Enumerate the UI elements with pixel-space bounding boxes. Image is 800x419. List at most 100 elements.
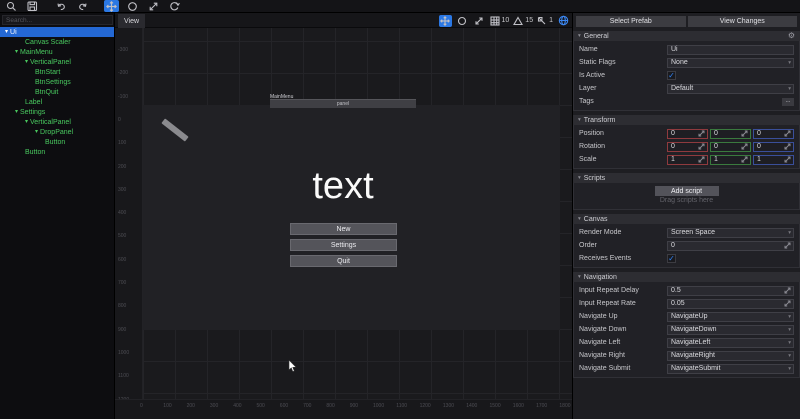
field-label: Static Flags [579, 59, 667, 66]
rotate-tool-icon[interactable] [456, 15, 469, 27]
tree-item-button[interactable]: Button [0, 137, 114, 147]
globe-icon[interactable] [557, 15, 570, 27]
vector-field-y[interactable]: 0 [710, 129, 751, 139]
layer-dropdown[interactable]: Default▾ [667, 84, 794, 94]
render-mode-dropdown[interactable]: Screen Space▾ [667, 228, 794, 238]
select-prefab-button[interactable]: Select Prefab [576, 16, 686, 27]
search-input[interactable] [2, 15, 113, 25]
tree-item-mainmenu[interactable]: ▾MainMenu [0, 47, 114, 57]
navigate-right-dropdown[interactable]: NavigateRight▾ [667, 351, 794, 361]
tree-item-ui[interactable]: ▾Ui [0, 27, 114, 37]
tree-item-canvas-scaler[interactable]: Canvas Scaler [0, 37, 114, 47]
field-label: Navigate Down [579, 326, 667, 333]
chevron-down-icon[interactable]: ▾ [15, 49, 18, 55]
refresh-icon[interactable] [167, 0, 182, 12]
scene-top-panel[interactable]: panel [270, 99, 416, 108]
chevron-down-icon[interactable]: ▾ [25, 59, 28, 65]
field-value: 0 [671, 242, 675, 249]
field-value: NavigateRight [671, 352, 715, 359]
row-navigate-up: Navigate UpNavigateUp▾ [574, 310, 799, 323]
scene-viewport[interactable]: -300-200-1000100200300400500600700800900… [115, 13, 572, 419]
tags-more-button[interactable]: ... [782, 98, 794, 106]
navigate-submit-dropdown[interactable]: NavigateSubmit▾ [667, 364, 794, 374]
scene-button-settings[interactable]: Settings [290, 239, 397, 251]
add-script-button[interactable]: Add script [655, 186, 719, 196]
section-title: General [584, 33, 609, 40]
tree-item-settings[interactable]: ▾Settings [0, 107, 114, 117]
input-repeat-rate-field[interactable]: 0.05 [667, 299, 794, 309]
tree-item-label[interactable]: Label [0, 97, 114, 107]
navigate-left-dropdown[interactable]: NavigateLeft▾ [667, 338, 794, 348]
field-value: Default [671, 85, 693, 92]
name-field[interactable]: Ui [667, 45, 794, 55]
row-navigate-down: Navigate DownNavigateDown▾ [574, 323, 799, 336]
vector-field-y[interactable]: 1 [710, 155, 751, 165]
view-changes-button[interactable]: View Changes [688, 16, 798, 27]
section-header-transform[interactable]: ▾Transform [573, 115, 800, 125]
vector-field-z[interactable]: 0 [753, 142, 794, 152]
drop-hint: Drag scripts here [574, 197, 799, 207]
scene-button-quit[interactable]: Quit [290, 255, 397, 267]
ruler-left-label: 100 [118, 140, 126, 146]
scene-label-text[interactable]: text [243, 165, 443, 208]
vector-field-x[interactable]: 0 [667, 129, 708, 139]
gear-icon[interactable]: ⚙ [788, 32, 795, 40]
tree-item-verticalpanel[interactable]: ▾VerticalPanel [0, 117, 114, 127]
angle-snap-control[interactable]: 15 [513, 15, 533, 27]
tree-item-label: Ui [10, 29, 17, 36]
tab-view[interactable]: View [118, 14, 145, 28]
cursor-tool-control[interactable]: 1 [537, 15, 553, 27]
field-value: Ui [671, 46, 678, 53]
grid-snap-control[interactable]: 10 [490, 15, 510, 27]
vector-field-z[interactable]: 1 [753, 155, 794, 165]
redo-icon[interactable] [75, 0, 90, 12]
vector-value: 0 [671, 143, 675, 150]
section-header-navigation[interactable]: ▾Navigation [573, 272, 800, 282]
ruler-bottom-label: 1300 [443, 403, 454, 409]
tree-item-btnsettings[interactable]: BtnSettings [0, 77, 114, 87]
tree-item-label: BtnSettings [35, 79, 71, 86]
move-tool-icon[interactable] [104, 0, 119, 12]
scale-tool-icon[interactable] [473, 15, 486, 27]
static-flags-dropdown[interactable]: None▾ [667, 58, 794, 68]
section-header-general[interactable]: ▾General⚙ [573, 31, 800, 41]
tree-item-label: Settings [20, 109, 45, 116]
vector-field-z[interactable]: 0 [753, 129, 794, 139]
field-label: Navigate Submit [579, 365, 667, 372]
tree-item-verticalpanel[interactable]: ▾VerticalPanel [0, 57, 114, 67]
tree-item-btnquit[interactable]: BtnQuit [0, 87, 114, 97]
chevron-down-icon: ▾ [578, 117, 581, 123]
section-body: Render ModeScreen Space▾Order0Receives E… [573, 224, 800, 268]
move-tool-icon[interactable] [439, 15, 452, 27]
vector-field-x[interactable]: 1 [667, 155, 708, 165]
input-repeat-delay-field[interactable]: 0.5 [667, 286, 794, 296]
save-icon[interactable] [25, 0, 40, 12]
row-receives-events: Receives Events✓ [574, 252, 799, 265]
vector-field-y[interactable]: 0 [710, 142, 751, 152]
tree-item-label: Canvas Scaler [25, 39, 71, 46]
chevron-down-icon[interactable]: ▾ [25, 119, 28, 125]
tree-item-droppanel[interactable]: ▾DropPanel [0, 127, 114, 137]
navigate-up-dropdown[interactable]: NavigateUp▾ [667, 312, 794, 322]
navigate-down-dropdown[interactable]: NavigateDown▾ [667, 325, 794, 335]
search-icon[interactable] [4, 0, 19, 12]
rotate-tool-icon[interactable] [125, 0, 140, 12]
vector-field-x[interactable]: 0 [667, 142, 708, 152]
section-header-scripts[interactable]: ▾Scripts [573, 173, 800, 183]
angle-snap-value: 15 [525, 17, 533, 24]
is-active-checkbox[interactable]: ✓ [667, 71, 676, 80]
scale-tool-icon[interactable] [146, 0, 161, 12]
undo-icon[interactable] [54, 0, 69, 12]
row-input-repeat-rate: Input Repeat Rate0.05 [574, 297, 799, 310]
vector-value: 1 [757, 156, 761, 163]
tree-item-btnstart[interactable]: BtnStart [0, 67, 114, 77]
chevron-down-icon[interactable]: ▾ [15, 109, 18, 115]
order-field[interactable]: 0 [667, 241, 794, 251]
tree-item-button[interactable]: Button [0, 147, 114, 157]
section-header-canvas[interactable]: ▾Canvas [573, 214, 800, 224]
chevron-down-icon[interactable]: ▾ [5, 29, 8, 35]
scene-button-new[interactable]: New [290, 223, 397, 235]
chevron-down-icon[interactable]: ▾ [35, 129, 38, 135]
ruler-left-label: 900 [118, 327, 126, 333]
receives-events-checkbox[interactable]: ✓ [667, 254, 676, 263]
